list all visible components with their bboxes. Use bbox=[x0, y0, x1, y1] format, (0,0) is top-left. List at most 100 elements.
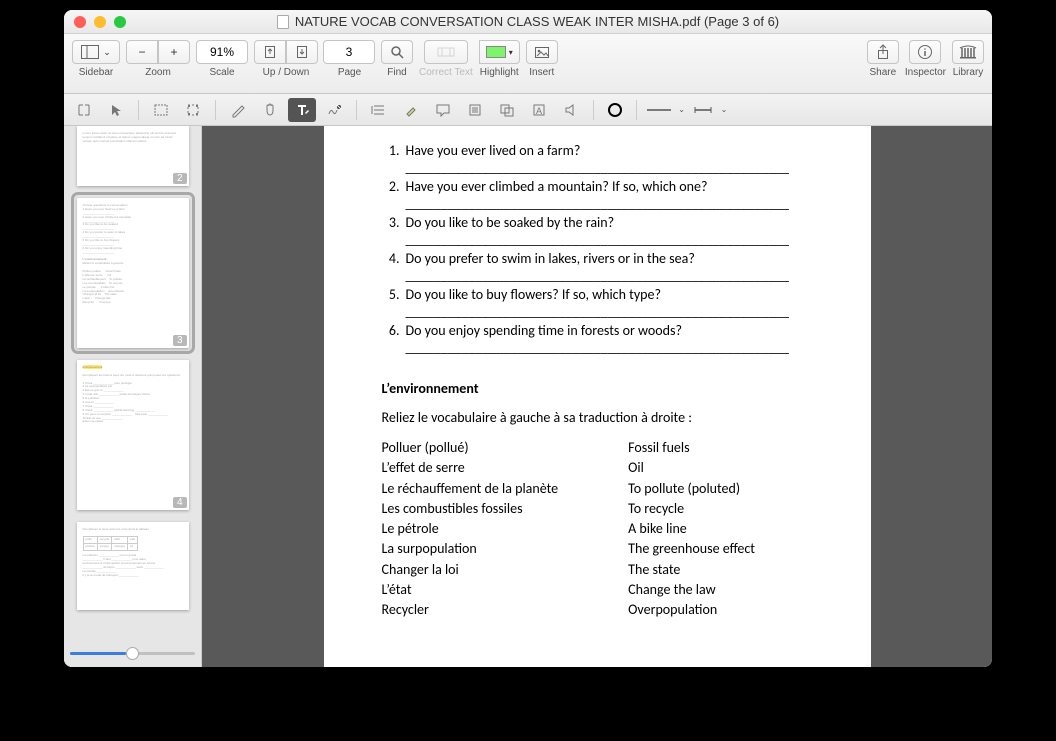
inspector-label: Inspector bbox=[905, 67, 946, 78]
scale-label: Scale bbox=[209, 67, 234, 78]
question-text: Do you prefer to swim in lakes, rivers o… bbox=[406, 250, 695, 267]
library-button[interactable] bbox=[952, 40, 984, 64]
share-button[interactable] bbox=[867, 40, 899, 64]
sidebar-label: Sidebar bbox=[79, 67, 113, 78]
note-tool[interactable] bbox=[429, 98, 457, 122]
share-label: Share bbox=[870, 67, 897, 78]
sidebar-toggle-button[interactable]: ⌄ bbox=[72, 40, 120, 64]
vocab-item: Recycler bbox=[382, 600, 559, 620]
vocab-columns: Polluer (pollué) L’effet de serre Le réc… bbox=[382, 438, 813, 621]
page-number-field[interactable]: 3 bbox=[323, 40, 375, 64]
document-viewport[interactable]: 1.Have you ever lived on a farm?________… bbox=[202, 126, 992, 667]
thumb-badge: 4 bbox=[173, 497, 187, 508]
form-tool[interactable] bbox=[461, 98, 489, 122]
question-text: Do you enjoy spending time in forests or… bbox=[406, 322, 682, 339]
vocab-item: Change the law bbox=[628, 580, 755, 600]
question-text: Have you ever lived on a farm? bbox=[406, 142, 581, 159]
library-label: Library bbox=[953, 67, 984, 78]
sound-tool[interactable] bbox=[557, 98, 585, 122]
text-select-tool[interactable] bbox=[70, 98, 98, 122]
zoom-label: Zoom bbox=[145, 67, 171, 78]
vocab-item: Overpopulation bbox=[628, 600, 755, 620]
copy-tool[interactable] bbox=[493, 98, 521, 122]
thumb-page-4[interactable]: environnementRemplissez les blancs avec … bbox=[77, 360, 189, 510]
main-toolbar: ⌄ Sidebar − + Zoom 91% Scale bbox=[64, 34, 992, 94]
crop-tool[interactable] bbox=[179, 98, 207, 122]
zoom-in-button[interactable]: + bbox=[158, 40, 190, 64]
stroke-color-swatch[interactable] bbox=[608, 103, 622, 117]
highlight-color-button[interactable]: ▾ bbox=[479, 40, 520, 64]
vocab-item: L’état bbox=[382, 580, 559, 600]
rect-select-tool[interactable] bbox=[147, 98, 175, 122]
answer-line: ________________________________________… bbox=[406, 303, 813, 320]
markup-toolbar: A ⌄ ⌄ bbox=[64, 94, 992, 126]
question-text: Do you like to be soaked by the rain? bbox=[406, 214, 615, 231]
line-style-menu[interactable]: ⌄ bbox=[645, 98, 685, 122]
page-label: Page bbox=[338, 67, 361, 78]
line-ends-menu[interactable]: ⌄ bbox=[689, 98, 729, 122]
document-body: Lorem ipsum dolor sit amet consectetur a… bbox=[64, 126, 992, 667]
instruction-text: Reliez le vocabulaire à gauche à sa trad… bbox=[382, 409, 813, 426]
vocab-left: Polluer (pollué) L’effet de serre Le réc… bbox=[382, 438, 559, 621]
fullscreen-window-button[interactable] bbox=[114, 16, 126, 28]
inspector-button[interactable] bbox=[909, 40, 941, 64]
pdf-icon bbox=[277, 15, 289, 29]
section-heading: L’environnement bbox=[382, 380, 813, 397]
thumb-page-2[interactable]: Lorem ipsum dolor sit amet consectetur a… bbox=[77, 126, 189, 186]
answer-line: ________________________________________… bbox=[406, 231, 813, 248]
vocab-item: Oil bbox=[628, 458, 755, 478]
linespacing-tool[interactable] bbox=[365, 98, 393, 122]
highlight-swatch bbox=[486, 46, 506, 58]
app-window: NATURE VOCAB CONVERSATION CLASS WEAK INT… bbox=[64, 10, 992, 667]
vocab-item: To recycle bbox=[628, 499, 755, 519]
pointer-tool[interactable] bbox=[102, 98, 130, 122]
answer-line: ________________________________________… bbox=[406, 267, 813, 284]
thumbnail-sidebar: Lorem ipsum dolor sit amet consectetur a… bbox=[64, 126, 202, 667]
find-label: Find bbox=[387, 67, 406, 78]
draw-tool[interactable] bbox=[224, 98, 252, 122]
page-up-button[interactable] bbox=[254, 40, 286, 64]
vocab-item: Fossil fuels bbox=[628, 438, 755, 458]
thumb-page-3[interactable]: Answer questions to conversation1 Have y… bbox=[77, 198, 189, 348]
thumb-badge: 2 bbox=[173, 173, 187, 184]
vocab-item: Les combustibles fossiles bbox=[382, 499, 559, 519]
vocab-right: Fossil fuels Oil To pollute (poluted) To… bbox=[628, 438, 755, 621]
page-down-button[interactable] bbox=[286, 40, 318, 64]
question-text: Do you like to buy flowers? If so, which… bbox=[406, 286, 661, 303]
close-window-button[interactable] bbox=[74, 16, 86, 28]
vocab-item: To pollute (poluted) bbox=[628, 479, 755, 499]
insert-button[interactable] bbox=[526, 40, 558, 64]
thumb-zoom-slider[interactable] bbox=[70, 645, 195, 661]
correct-label: Correct Text bbox=[419, 67, 473, 78]
vocab-item: The state bbox=[628, 560, 755, 580]
zoom-field[interactable]: 91% bbox=[196, 40, 248, 64]
correct-text-button bbox=[424, 40, 468, 64]
page-content: 1.Have you ever lived on a farm?________… bbox=[324, 126, 871, 667]
question-list: 1.Have you ever lived on a farm?________… bbox=[382, 142, 813, 356]
vocab-item: A bike line bbox=[628, 519, 755, 539]
vocab-item: The greenhouse effect bbox=[628, 539, 755, 559]
text-tool[interactable] bbox=[288, 98, 316, 122]
insert-label: Insert bbox=[529, 67, 554, 78]
zoom-out-button[interactable]: − bbox=[126, 40, 158, 64]
thumb-page-5[interactable]: Remplissez le texte avec les mots dans l… bbox=[77, 522, 189, 610]
titlebar: NATURE VOCAB CONVERSATION CLASS WEAK INT… bbox=[64, 10, 992, 34]
window-controls bbox=[74, 16, 126, 28]
answer-line: ________________________________________… bbox=[406, 195, 813, 212]
answer-line: ________________________________________… bbox=[406, 339, 813, 356]
pan-tool[interactable] bbox=[256, 98, 284, 122]
vocab-item: La surpopulation bbox=[382, 539, 559, 559]
minimize-window-button[interactable] bbox=[94, 16, 106, 28]
link-tool[interactable]: A bbox=[525, 98, 553, 122]
marker-tool[interactable] bbox=[397, 98, 425, 122]
title-text: NATURE VOCAB CONVERSATION CLASS WEAK INT… bbox=[295, 14, 779, 29]
svg-text:A: A bbox=[536, 106, 542, 116]
vocab-item: Changer la loi bbox=[382, 560, 559, 580]
find-button[interactable] bbox=[381, 40, 413, 64]
highlight-label: Highlight bbox=[480, 67, 519, 78]
vocab-item: Polluer (pollué) bbox=[382, 438, 559, 458]
vocab-item: Le réchauffement de la planète bbox=[382, 479, 559, 499]
signature-tool[interactable] bbox=[320, 98, 348, 122]
vocab-item: L’effet de serre bbox=[382, 458, 559, 478]
window-title: NATURE VOCAB CONVERSATION CLASS WEAK INT… bbox=[64, 14, 992, 29]
